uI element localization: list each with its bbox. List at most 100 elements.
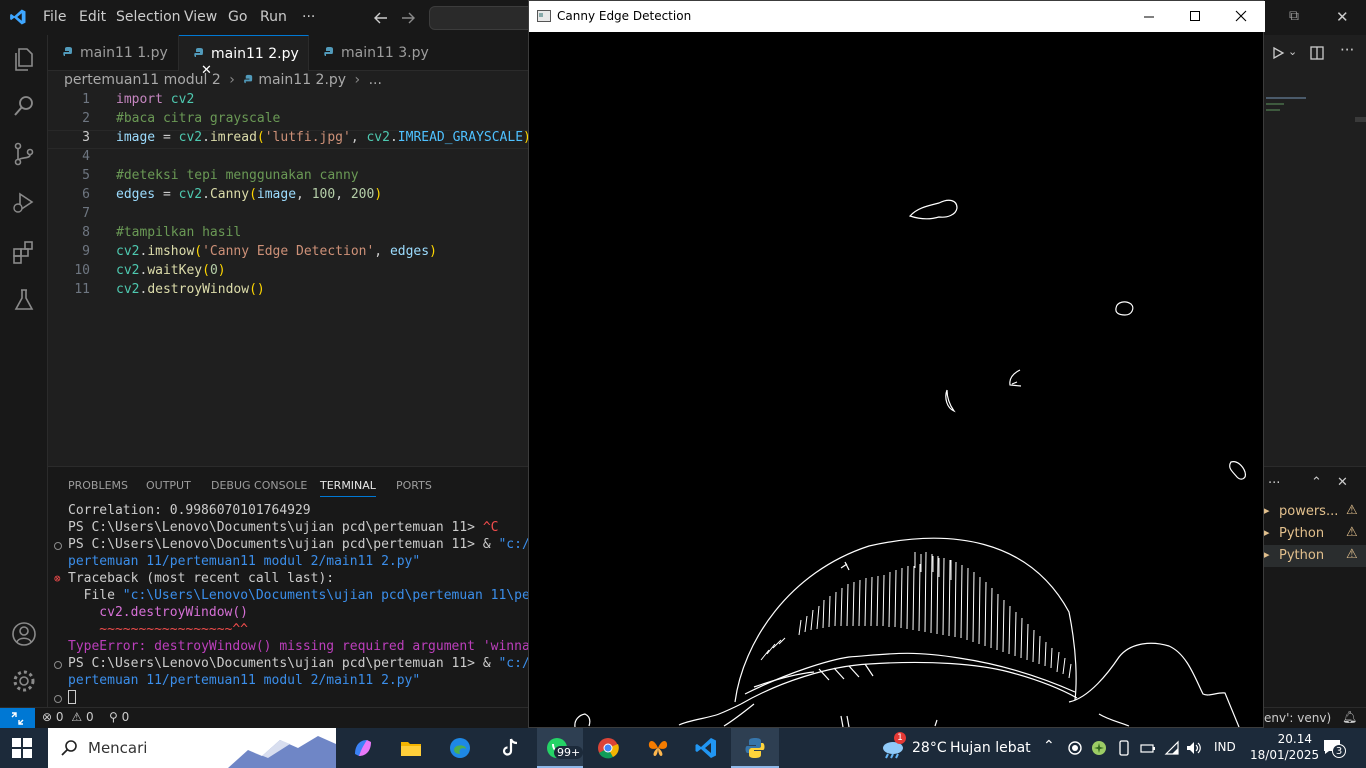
window-restore-button[interactable]: ⧉ — [1289, 8, 1299, 24]
code-line: cv2.destroyWindow() — [116, 282, 265, 297]
command-error-marker-icon[interactable]: ⊗ — [54, 572, 61, 585]
copilot-icon[interactable] — [351, 736, 375, 760]
run-debug-icon[interactable] — [10, 188, 38, 216]
tiktok-icon[interactable] — [498, 736, 522, 760]
tab-label: main11 2.py — [211, 46, 299, 62]
record-icon[interactable] — [1068, 741, 1082, 755]
scrollbar-thumb[interactable] — [1355, 117, 1366, 122]
chrome-icon[interactable] — [596, 736, 620, 760]
menu-file[interactable]: File — [43, 9, 66, 25]
problems-indicator[interactable]: ⊗ 0 ⚠ 0 — [42, 710, 94, 724]
run-python-file-icon[interactable] — [1271, 46, 1285, 60]
tab-main11-1[interactable]: main11 1.py — [48, 35, 179, 71]
back-arrow-icon[interactable] — [373, 10, 389, 26]
weather-widget[interactable]: 1 28°C Hujan lebat — [878, 732, 1038, 762]
code-token: cv2 — [116, 263, 140, 278]
code-token: . — [202, 130, 210, 145]
settings-gear-icon[interactable] — [10, 667, 38, 695]
command-success-marker-icon[interactable] — [54, 661, 62, 669]
windows-start-icon[interactable] — [12, 738, 32, 758]
breadcrumb-more[interactable]: ... — [369, 72, 382, 88]
python-icon — [745, 738, 765, 758]
clock[interactable]: 20.14 18/01/2025 — [1250, 731, 1319, 763]
command-success-marker-icon[interactable] — [54, 542, 62, 550]
extensions-icon[interactable] — [10, 238, 38, 266]
line-number: 9 — [82, 244, 90, 259]
menu-more[interactable]: ··· — [302, 9, 315, 25]
minimize-icon[interactable] — [1143, 11, 1155, 23]
notification-bell-icon[interactable]: 🔔︎ — [1342, 710, 1357, 724]
canny-window-titlebar[interactable]: Canny Edge Detection — [529, 1, 1265, 32]
command-search-box[interactable] — [429, 6, 539, 30]
line-number: 1 — [82, 92, 90, 107]
code-token: waitKey — [147, 263, 203, 278]
menu-edit[interactable]: Edit — [79, 9, 106, 25]
code-token: ( — [202, 263, 210, 278]
battery-plug-icon[interactable] — [1140, 740, 1156, 756]
account-icon[interactable] — [10, 620, 38, 648]
explorer-icon[interactable] — [10, 45, 38, 73]
panel-tab-terminal[interactable]: TERMINAL — [320, 479, 376, 497]
python-env-indicator[interactable]: env': venv) — [1264, 711, 1331, 725]
terminal-list-item[interactable]: ▸ Python ⚠ — [1264, 545, 1366, 567]
more-actions-icon[interactable]: ··· — [1268, 476, 1280, 491]
tab-main11-3[interactable]: main11 3.py — [309, 35, 439, 71]
code-token: , — [374, 244, 390, 259]
python-taskbar-button[interactable] — [731, 728, 779, 768]
phone-link-icon[interactable] — [1116, 740, 1132, 756]
terminal-text: pertemuan 11/pertemuan11 modul 2/main11 … — [68, 673, 421, 688]
edge-browser-icon[interactable] — [448, 736, 472, 760]
terminal-line: ~~~~~~~~~~~~~~~~~^^ — [68, 622, 248, 637]
command-success-marker-icon[interactable] — [54, 695, 62, 703]
ports-indicator[interactable]: ⚲ 0 — [109, 710, 129, 724]
menu-go[interactable]: Go — [228, 9, 247, 25]
close-panel-icon[interactable]: ✕ — [1337, 475, 1348, 490]
panel-tab-ports[interactable]: PORTS — [396, 479, 432, 492]
maximize-panel-icon[interactable]: ⌃ — [1311, 475, 1322, 490]
minimap[interactable] — [1264, 95, 1354, 117]
testing-flask-icon[interactable] — [10, 286, 38, 314]
menu-selection[interactable]: Selection — [116, 9, 181, 25]
warning-count: 0 — [85, 710, 94, 724]
code-token: . — [389, 130, 398, 145]
whatsapp-taskbar-button[interactable]: 99+ — [537, 728, 584, 768]
panel-tab-problems[interactable]: PROBLEMS — [68, 479, 128, 492]
activity-bar — [0, 35, 48, 707]
code-token: 'lutfi.jpg' — [264, 130, 351, 145]
menu-run[interactable]: Run — [260, 9, 287, 25]
menu-view[interactable]: View — [184, 9, 217, 25]
forward-arrow-icon[interactable] — [400, 10, 416, 26]
remote-indicator-button[interactable] — [0, 708, 35, 729]
terminal-list-item[interactable]: ▸ powers... ⚠ — [1264, 501, 1366, 523]
tab-main11-2[interactable]: main11 2.py ✕ — [179, 35, 309, 78]
taskbar-search-box[interactable]: Mencari — [48, 728, 336, 768]
show-hidden-icons-chevron-icon[interactable]: ⌃ — [1043, 738, 1055, 754]
file-explorer-icon[interactable] — [399, 736, 423, 760]
more-actions-icon[interactable]: ··· — [1340, 41, 1354, 59]
maximize-icon[interactable] — [1189, 10, 1201, 22]
panel-tab-output[interactable]: OUTPUT — [146, 479, 191, 492]
search-icon[interactable] — [10, 92, 38, 120]
breadcrumb-file[interactable]: main11 2.py — [258, 72, 346, 88]
volume-icon[interactable] — [1186, 740, 1202, 756]
temperature: 28°C — [912, 740, 947, 756]
panel-tab-debug-console[interactable]: DEBUG CONSOLE — [211, 479, 307, 492]
split-editor-icon[interactable] — [1310, 46, 1324, 60]
input-language[interactable]: IND — [1214, 740, 1236, 754]
wifi-icon[interactable] — [1164, 740, 1180, 756]
close-icon[interactable] — [1235, 10, 1247, 22]
source-control-icon[interactable] — [10, 140, 38, 168]
green-status-icon[interactable] — [1091, 740, 1107, 756]
code-token: image — [256, 187, 297, 202]
chevron-down-icon[interactable]: ⌄ — [1288, 45, 1297, 58]
terminal-text: cv2.destroyWindow() — [68, 605, 249, 620]
notification-center-button[interactable]: 3 — [1322, 738, 1346, 760]
code-token: cv2 — [178, 187, 203, 202]
code-editor[interactable]: 1 2 3 4 5 6 7 8 9 10 11 import cv2 #baca citra gray… — [48, 92, 531, 466]
butterfly-app-icon[interactable] — [646, 736, 670, 760]
window-close-button[interactable]: ✕ — [1336, 8, 1349, 26]
vscode-taskbar-icon[interactable] — [694, 736, 718, 760]
terminal-list-item[interactable]: ▸ Python ⚠ — [1264, 523, 1366, 545]
terminal-icon: ▸ — [1264, 526, 1270, 539]
breadcrumb-folder[interactable]: pertemuan11 modul 2 — [64, 72, 221, 88]
